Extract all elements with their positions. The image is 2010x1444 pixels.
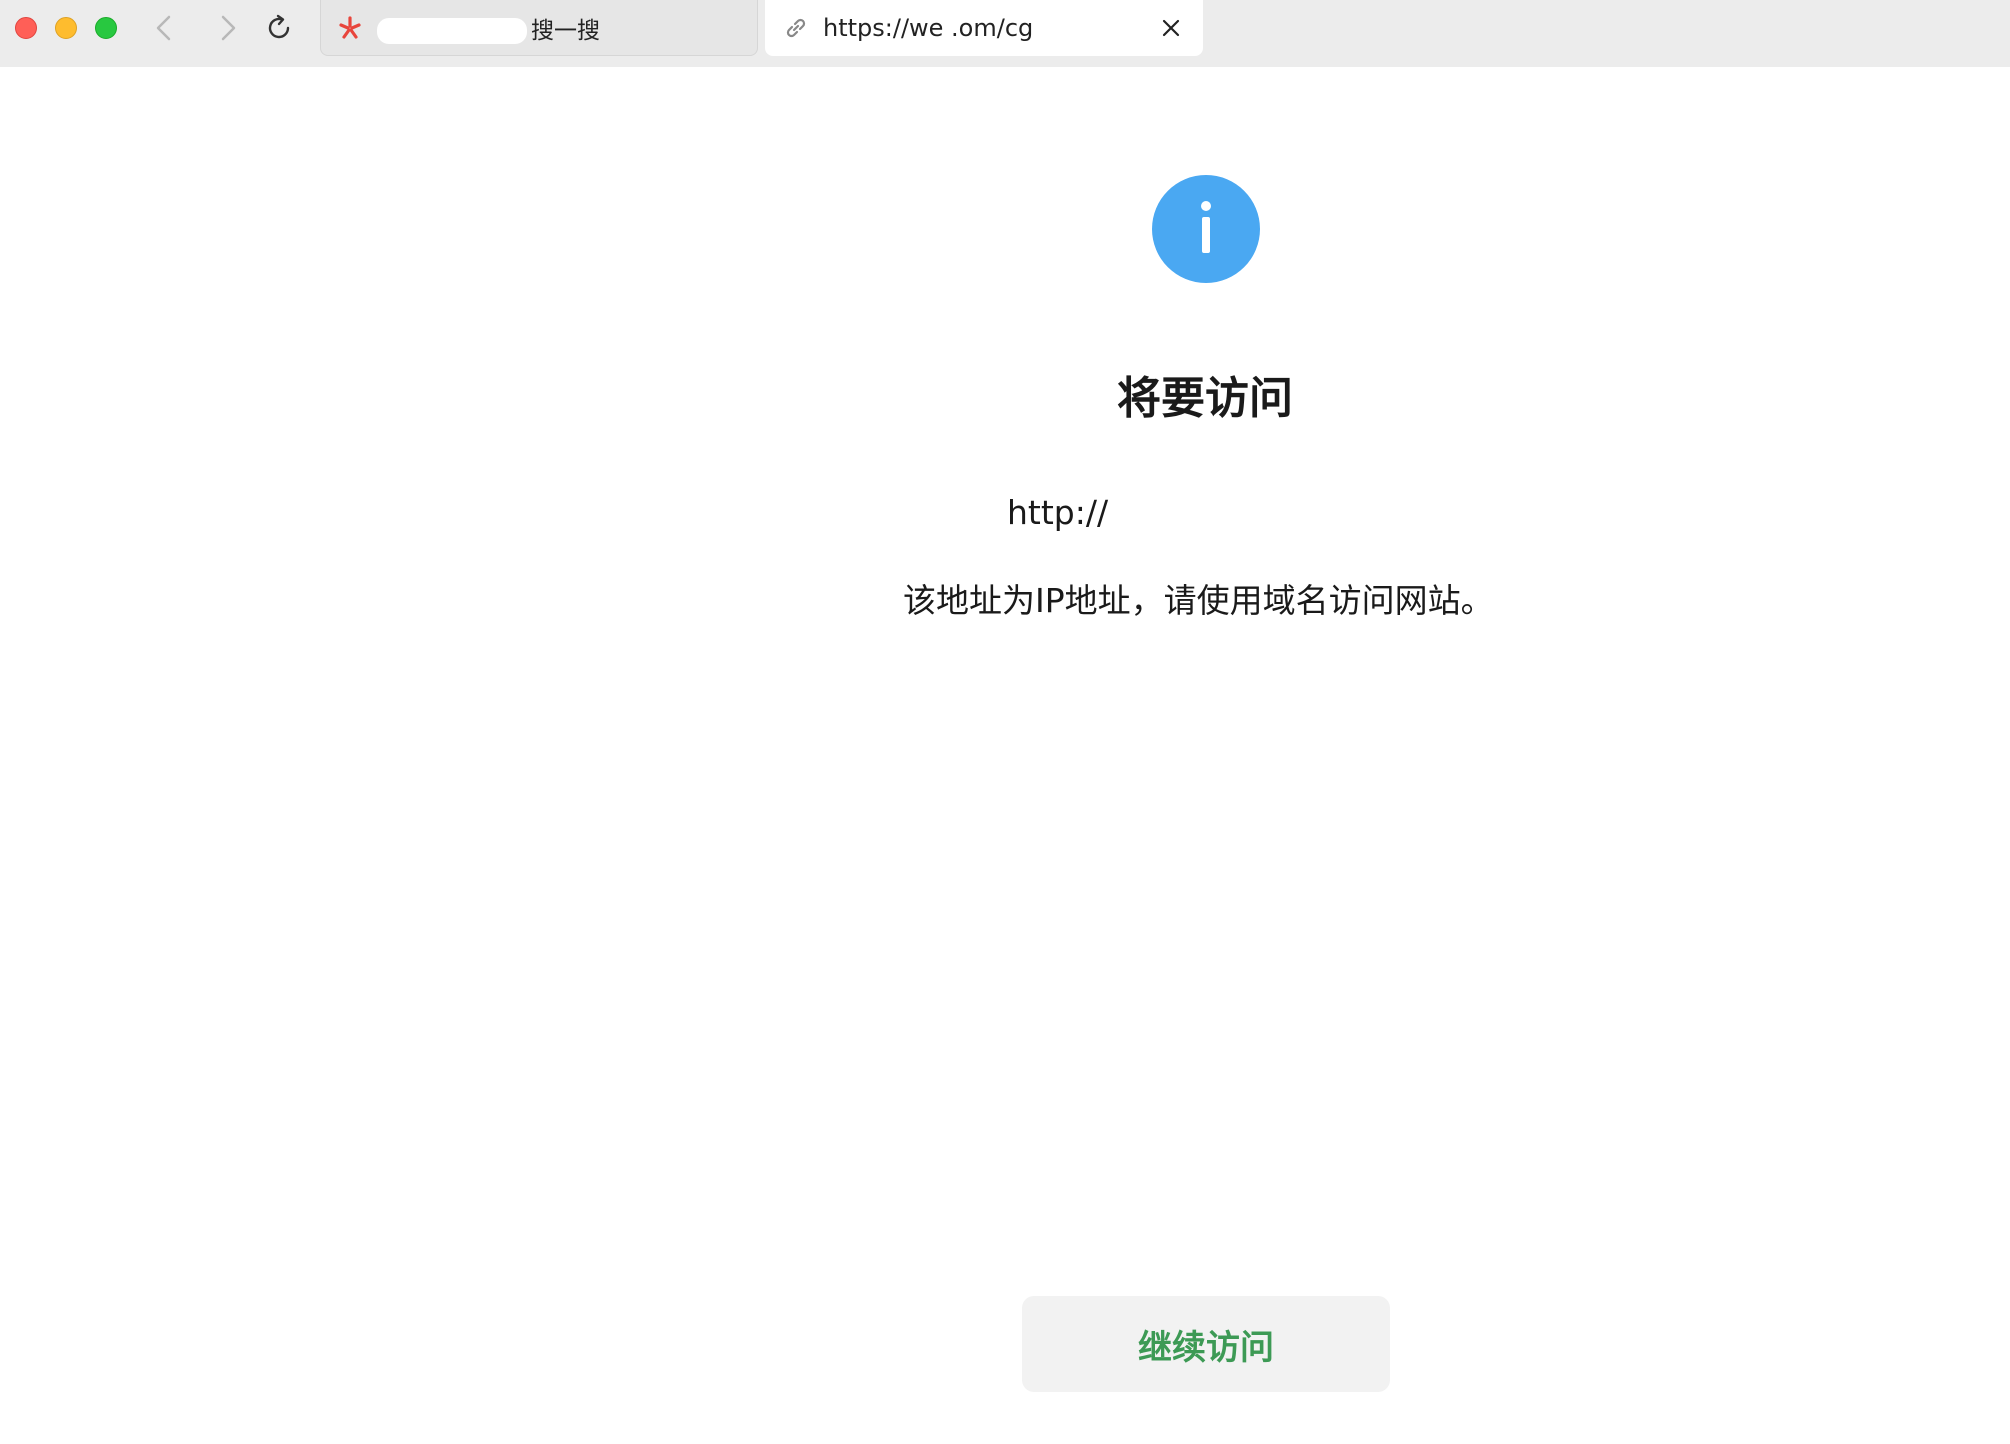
browser-titlebar: 搜一搜 https://we .om/cg [0,0,2010,67]
tab-title: 搜一搜 [377,11,600,45]
chevron-left-icon [156,15,171,41]
forward-button[interactable] [210,10,246,46]
reload-icon [268,14,290,39]
continue-button[interactable]: 继续访问 [1022,1296,1390,1392]
info-icon [1152,175,1260,283]
close-tab-button[interactable] [1157,14,1185,42]
tab-current[interactable]: https://we .om/cg [765,0,1203,56]
tab-title-text: 搜一搜 [531,17,600,44]
tab-url: https://we .om/cg [823,14,1034,42]
warning-message: 该地址为IP地址，请使用域名访问网站。 [903,581,1494,620]
close-window-button[interactable] [15,17,37,39]
back-button[interactable] [146,10,182,46]
redacted-region [377,18,527,44]
maximize-window-button[interactable] [95,17,117,39]
page-content: 将要访问 http:// 该地址为IP地址，请使用域名访问网站。 继续访问 [0,67,2010,1444]
target-url: http:// [1007,493,1109,532]
page-title: 将要访问 [1117,373,1293,424]
tab-search[interactable]: 搜一搜 [320,0,758,56]
link-icon [786,18,806,38]
chevron-right-icon [221,15,236,41]
minimize-window-button[interactable] [55,17,77,39]
close-icon [1162,19,1180,37]
search-logo-icon [339,15,361,39]
reload-button[interactable] [262,10,298,46]
info-glyph [1201,201,1211,253]
